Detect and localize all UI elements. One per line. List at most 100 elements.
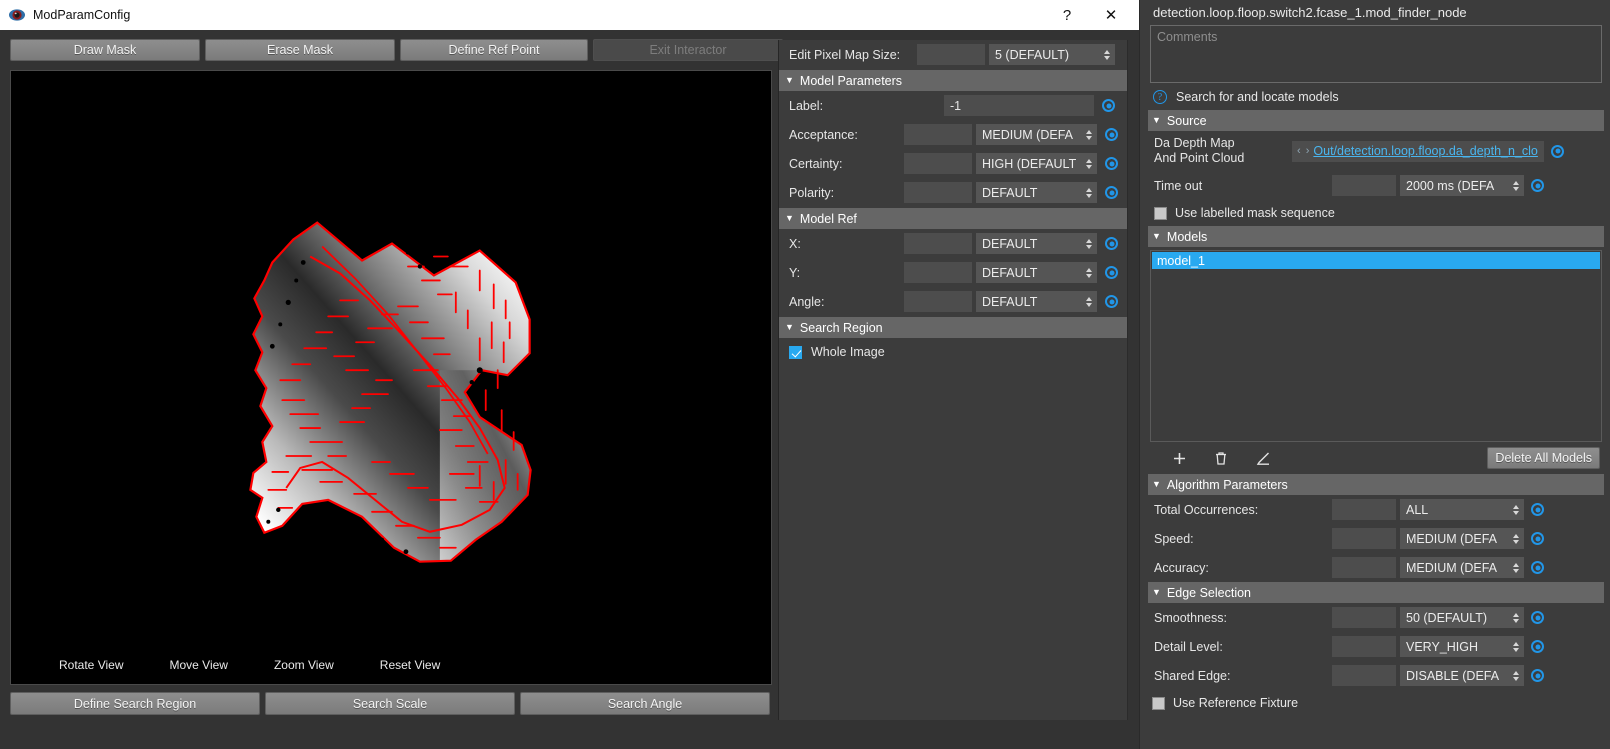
draw-mask-button[interactable]: Draw Mask	[10, 39, 200, 61]
model-ref-y-input[interactable]	[904, 262, 972, 283]
group-model-ref[interactable]: ▼ Model Ref	[779, 208, 1127, 229]
chevron-down-icon[interactable]: ▼	[1152, 232, 1161, 241]
speed-input[interactable]	[1332, 528, 1396, 549]
model-ref-x-select[interactable]: DEFAULT	[976, 233, 1097, 254]
detail-level-value: VERY_HIGH	[1406, 639, 1479, 654]
labelled-mask-checkbox[interactable]	[1154, 206, 1167, 220]
model-ref-angle-input[interactable]	[904, 291, 972, 312]
close-icon[interactable]: ✕	[1089, 0, 1133, 30]
move-view-hint[interactable]: Move View	[169, 658, 227, 672]
label-input[interactable]: -1	[944, 95, 1094, 116]
chevron-up-down-icon[interactable]	[1086, 129, 1092, 140]
chevron-up-down-icon[interactable]	[1513, 533, 1519, 544]
certainty-input[interactable]	[904, 153, 972, 174]
reset-certainty-icon[interactable]	[1105, 157, 1118, 170]
total-occurrences-input[interactable]	[1332, 499, 1396, 520]
chevron-up-down-icon[interactable]	[1086, 158, 1092, 169]
reset-timeout-icon[interactable]	[1531, 179, 1544, 192]
group-source[interactable]: ▼ Source	[1148, 110, 1604, 131]
chevron-up-down-icon[interactable]	[1086, 187, 1092, 198]
list-item[interactable]: model_1	[1152, 252, 1600, 269]
help-button[interactable]: ?	[1045, 0, 1089, 30]
erase-mask-button[interactable]: Erase Mask	[205, 39, 395, 61]
group-models[interactable]: ▼ Models	[1148, 226, 1604, 247]
shared-edge-input[interactable]	[1332, 665, 1396, 686]
chevron-down-icon[interactable]: ▼	[785, 214, 794, 223]
chevron-up-down-icon[interactable]	[1513, 670, 1519, 681]
smoothness-input[interactable]	[1332, 607, 1396, 628]
group-edge-selection[interactable]: ▼ Edge Selection	[1148, 582, 1604, 603]
acceptance-input[interactable]	[904, 124, 972, 145]
search-angle-button[interactable]: Search Angle	[520, 692, 770, 715]
model-ref-angle-select[interactable]: DEFAULT	[976, 291, 1097, 312]
edit-model-icon[interactable]	[1254, 449, 1272, 467]
reset-label-icon[interactable]	[1102, 99, 1115, 112]
define-ref-point-button[interactable]: Define Ref Point	[400, 39, 588, 61]
detail-level-input[interactable]	[1332, 636, 1396, 657]
add-model-icon[interactable]	[1170, 449, 1188, 467]
pixel-map-size-select[interactable]: 5 (DEFAULT)	[989, 44, 1115, 65]
group-model-parameters[interactable]: ▼ Model Parameters	[779, 70, 1127, 91]
depth-map-viewport[interactable]: Rotate View Move View Zoom View Reset Vi…	[10, 70, 772, 685]
reset-speed-icon[interactable]	[1531, 532, 1544, 545]
chevron-up-down-icon[interactable]	[1513, 612, 1519, 623]
timeout-select[interactable]: 2000 ms (DEFA	[1400, 175, 1524, 196]
reset-total-occurrences-icon[interactable]	[1531, 503, 1544, 516]
chevron-up-down-icon[interactable]	[1513, 562, 1519, 573]
reference-fixture-checkbox[interactable]	[1152, 696, 1165, 710]
chevron-up-down-icon[interactable]	[1513, 504, 1519, 515]
timeout-input[interactable]	[1332, 175, 1396, 196]
model-ref-x-input[interactable]	[904, 233, 972, 254]
total-occurrences-select[interactable]: ALL	[1400, 499, 1524, 520]
group-search-region[interactable]: ▼ Search Region	[779, 317, 1127, 338]
reset-model-ref-y-icon[interactable]	[1105, 266, 1118, 279]
reset-model-ref-x-icon[interactable]	[1105, 237, 1118, 250]
reset-accuracy-icon[interactable]	[1531, 561, 1544, 574]
chevron-up-down-icon[interactable]	[1086, 296, 1092, 307]
acceptance-select[interactable]: MEDIUM (DEFA	[976, 124, 1097, 145]
search-scale-button[interactable]: Search Scale	[265, 692, 515, 715]
chevron-down-icon[interactable]: ▼	[785, 323, 794, 332]
comments-textarea[interactable]: Comments	[1150, 25, 1602, 83]
reset-shared-edge-icon[interactable]	[1531, 669, 1544, 682]
smoothness-select[interactable]: 50 (DEFAULT)	[1400, 607, 1524, 628]
exit-interactor-button[interactable]: Exit Interactor	[593, 39, 783, 61]
accuracy-select[interactable]: MEDIUM (DEFA	[1400, 557, 1524, 578]
whole-image-checkbox[interactable]	[789, 345, 802, 359]
zoom-view-hint[interactable]: Zoom View	[274, 658, 334, 672]
model-ref-y-select[interactable]: DEFAULT	[976, 262, 1097, 283]
reset-polarity-icon[interactable]	[1105, 186, 1118, 199]
chevron-up-down-icon[interactable]	[1086, 267, 1092, 278]
chevron-up-down-icon[interactable]	[1513, 180, 1519, 191]
certainty-select[interactable]: HIGH (DEFAULT	[976, 153, 1097, 174]
chevron-up-down-icon[interactable]	[1104, 49, 1110, 60]
detail-level-select[interactable]: VERY_HIGH	[1400, 636, 1524, 657]
depth-map-source-link[interactable]: ‹ › Out/detection.loop.floop.da_depth_n_…	[1292, 140, 1544, 162]
accuracy-input[interactable]	[1332, 557, 1396, 578]
models-list[interactable]: model_1	[1150, 250, 1602, 442]
question-mark-icon[interactable]: ?	[1153, 90, 1167, 104]
reset-acceptance-icon[interactable]	[1105, 128, 1118, 141]
reset-model-ref-angle-icon[interactable]	[1105, 295, 1118, 308]
reset-detail-level-icon[interactable]	[1531, 640, 1544, 653]
shared-edge-select[interactable]: DISABLE (DEFA	[1400, 665, 1524, 686]
reset-smoothness-icon[interactable]	[1531, 611, 1544, 624]
speed-select[interactable]: MEDIUM (DEFA	[1400, 528, 1524, 549]
reset-depth-map-icon[interactable]	[1551, 144, 1564, 158]
polarity-input[interactable]	[904, 182, 972, 203]
delete-all-models-button[interactable]: Delete All Models	[1487, 447, 1600, 469]
chevron-down-icon[interactable]: ▼	[785, 76, 794, 85]
reset-view-hint[interactable]: Reset View	[380, 658, 440, 672]
nav-arrows-icon[interactable]: ‹ ›	[1297, 145, 1310, 157]
chevron-up-down-icon[interactable]	[1086, 238, 1092, 249]
chevron-down-icon[interactable]: ▼	[1152, 480, 1161, 489]
chevron-down-icon[interactable]: ▼	[1152, 116, 1161, 125]
chevron-down-icon[interactable]: ▼	[1152, 588, 1161, 597]
define-search-region-button[interactable]: Define Search Region	[10, 692, 260, 715]
pixel-map-size-input[interactable]	[917, 44, 985, 65]
chevron-up-down-icon[interactable]	[1513, 641, 1519, 652]
group-algorithm-parameters[interactable]: ▼ Algorithm Parameters	[1148, 474, 1604, 495]
rotate-view-hint[interactable]: Rotate View	[59, 658, 123, 672]
delete-model-icon[interactable]	[1212, 449, 1230, 467]
polarity-select[interactable]: DEFAULT	[976, 182, 1097, 203]
